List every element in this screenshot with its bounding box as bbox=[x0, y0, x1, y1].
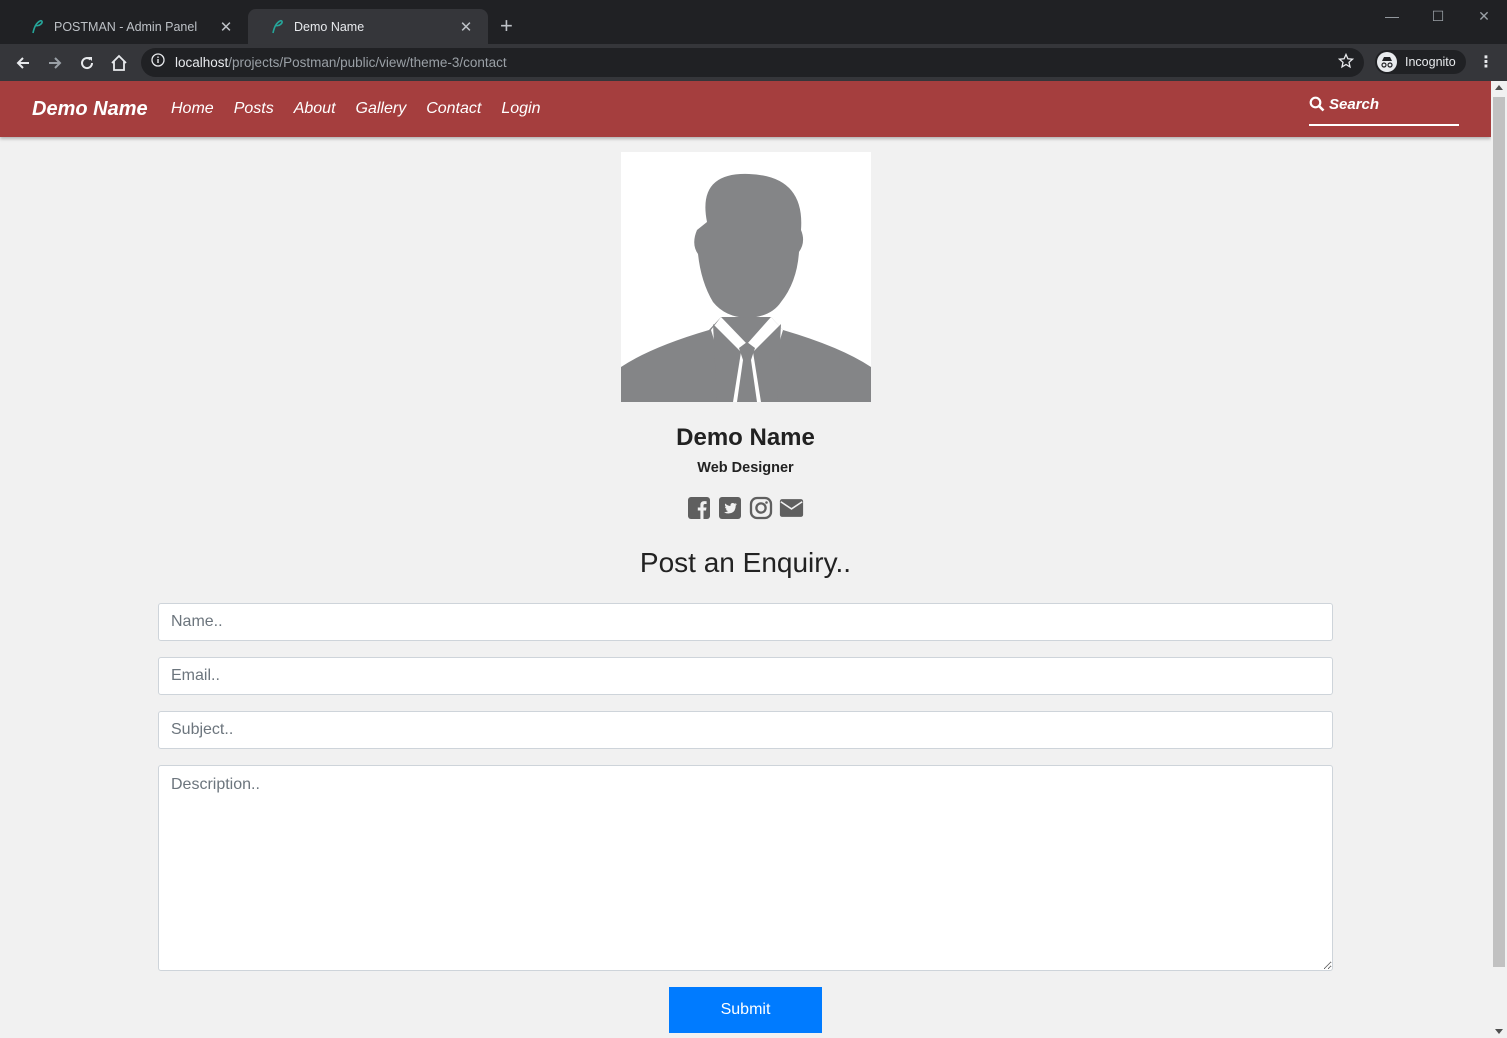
twitter-icon[interactable] bbox=[717, 495, 742, 520]
new-tab-icon[interactable]: + bbox=[500, 15, 513, 37]
bookmark-star-icon[interactable] bbox=[1337, 52, 1355, 74]
back-arrow-icon[interactable] bbox=[12, 52, 34, 74]
address-bar[interactable]: localhost/projects/Postman/public/view/t… bbox=[141, 48, 1364, 77]
url-path: /projects/Postman/public/view/theme-3/co… bbox=[228, 55, 507, 70]
nav-link-home[interactable]: Home bbox=[171, 100, 214, 118]
email-field[interactable] bbox=[158, 657, 1333, 695]
maximize-icon[interactable]: ☐ bbox=[1428, 8, 1448, 25]
tab-title: Demo Name bbox=[294, 19, 365, 34]
incognito-indicator[interactable]: Incognito bbox=[1375, 50, 1466, 74]
nav-link-login[interactable]: Login bbox=[501, 100, 540, 118]
postman-favicon-icon bbox=[28, 18, 46, 36]
browser-toolbar: localhost/projects/Postman/public/view/t… bbox=[0, 44, 1507, 81]
enquiry-title: Post an Enquiry.. bbox=[639, 547, 852, 578]
envelope-icon[interactable] bbox=[779, 495, 804, 520]
close-tab-icon[interactable]: ✕ bbox=[218, 18, 234, 36]
browser-menu-icon[interactable]: ⋮ bbox=[1478, 52, 1494, 72]
website-viewport: Demo Name Home Posts About Gallery Conta… bbox=[0, 81, 1491, 1038]
social-links bbox=[686, 495, 804, 520]
nav-link-about[interactable]: About bbox=[294, 100, 336, 118]
reload-icon[interactable] bbox=[76, 52, 98, 74]
browser-tabstrip: POSTMAN - Admin Panel ✕ Demo Name ✕ + — … bbox=[0, 0, 1507, 44]
page-scrollbar[interactable] bbox=[1491, 81, 1507, 1038]
search-icon bbox=[1309, 96, 1325, 117]
postman-favicon-icon bbox=[268, 18, 286, 36]
incognito-icon bbox=[1377, 52, 1397, 72]
url-host: localhost bbox=[175, 55, 229, 70]
browser-tab-admin-panel[interactable]: POSTMAN - Admin Panel ✕ bbox=[8, 9, 248, 44]
profile-role: Web Designer bbox=[697, 460, 794, 476]
close-tab-icon[interactable]: ✕ bbox=[458, 18, 474, 36]
scrollbar-thumb[interactable] bbox=[1493, 97, 1505, 967]
facebook-icon[interactable] bbox=[686, 495, 711, 520]
nav-link-gallery[interactable]: Gallery bbox=[356, 100, 407, 118]
site-navbar: Demo Name Home Posts About Gallery Conta… bbox=[0, 81, 1491, 137]
instagram-icon[interactable] bbox=[748, 495, 773, 520]
profile-name: Demo Name bbox=[676, 424, 815, 451]
subject-field[interactable] bbox=[158, 711, 1333, 749]
profile-avatar bbox=[621, 152, 871, 402]
incognito-label: Incognito bbox=[1405, 55, 1456, 69]
url-text: localhost/projects/Postman/public/view/t… bbox=[175, 55, 507, 70]
search-placeholder: Search bbox=[1329, 96, 1380, 113]
home-icon[interactable] bbox=[108, 52, 130, 74]
tab-title: POSTMAN - Admin Panel bbox=[54, 19, 198, 34]
name-field[interactable] bbox=[158, 603, 1333, 641]
nav-link-contact[interactable]: Contact bbox=[426, 100, 481, 118]
scroll-down-icon[interactable] bbox=[1495, 1029, 1503, 1034]
site-brand[interactable]: Demo Name bbox=[32, 98, 148, 121]
browser-tab-demo-name[interactable]: Demo Name ✕ bbox=[248, 9, 488, 44]
submit-button[interactable]: Submit bbox=[669, 987, 822, 1033]
scroll-up-icon[interactable] bbox=[1495, 85, 1503, 90]
search-input[interactable]: Search bbox=[1309, 94, 1459, 126]
description-field[interactable] bbox=[158, 765, 1333, 971]
info-icon[interactable] bbox=[151, 53, 165, 72]
nav-link-posts[interactable]: Posts bbox=[234, 100, 274, 118]
forward-arrow-icon[interactable] bbox=[44, 52, 66, 74]
close-window-icon[interactable]: ✕ bbox=[1474, 8, 1494, 25]
nav-links: Home Posts About Gallery Contact Login bbox=[171, 100, 561, 118]
minimize-icon[interactable]: — bbox=[1382, 8, 1402, 24]
